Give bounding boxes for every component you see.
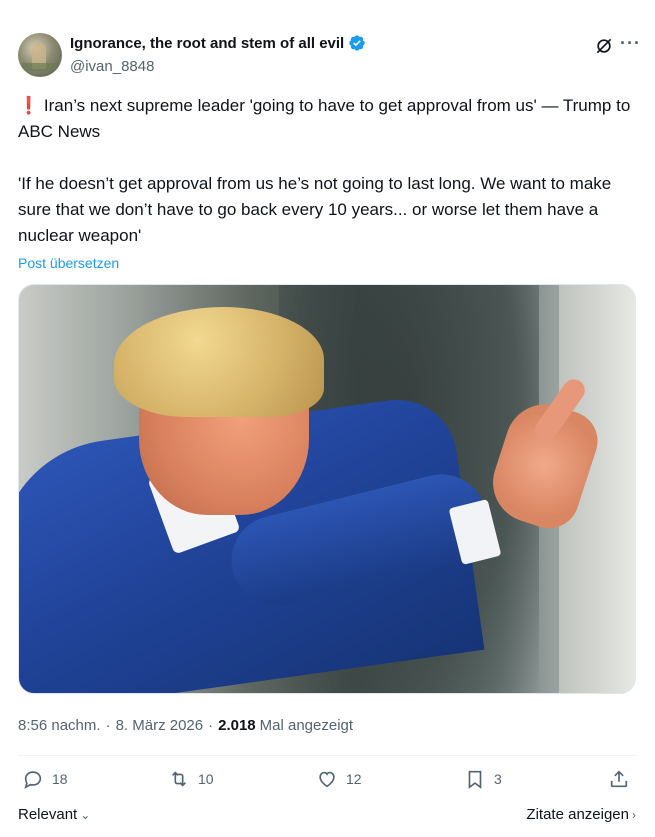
bookmark-count: 3 [494, 771, 502, 787]
avatar-detail [22, 63, 58, 71]
bookmark-icon [468, 770, 482, 789]
tweet-photo[interactable] [18, 284, 636, 694]
chevron-down-icon: ⌄ [80, 807, 91, 822]
tweet-line-1: Iran’s next supreme leader 'going to hav… [18, 96, 631, 141]
tweet-header: Ignorance, the root and stem of all evil… [18, 30, 640, 80]
tweet-meta: 8:56 nachm. · 8. März 2026 · 2.018 Mal a… [18, 717, 353, 734]
grok-icon[interactable] [594, 36, 614, 56]
retweet-button[interactable]: 10 [168, 768, 214, 790]
tweet-time[interactable]: 8:56 nachm. [18, 717, 101, 734]
reply-count: 18 [52, 771, 68, 787]
tweet-paragraph-1: ❗ Iran’s next supreme leader 'going to h… [18, 93, 638, 145]
chevron-right-icon: › [632, 807, 636, 822]
share-button[interactable] [608, 768, 638, 790]
heart-icon [319, 771, 335, 788]
meta-separator: · [208, 717, 214, 734]
verified-badge-icon[interactable] [348, 34, 366, 52]
tweet-paragraph-2: 'If he doesn’t get approval from us he’s… [18, 174, 612, 245]
retweet-count: 10 [198, 771, 214, 787]
like-count: 12 [346, 771, 362, 787]
bookmark-button[interactable]: 3 [464, 768, 502, 790]
author-display-name[interactable]: Ignorance, the root and stem of all evil [70, 35, 344, 52]
sort-label: Relevant [18, 806, 78, 823]
tweet-footer: Relevant ⌄ Zitate anzeigen › [18, 806, 636, 826]
reply-icon [24, 771, 42, 789]
tweet-date[interactable]: 8. März 2026 [116, 717, 204, 734]
author-handle[interactable]: @ivan_8848 [70, 58, 154, 75]
more-options-icon[interactable]: ··· [620, 34, 640, 56]
quotes-label: Zitate anzeigen [526, 806, 629, 823]
author-name-row: Ignorance, the root and stem of all evil [70, 34, 366, 52]
views-count[interactable]: 2.018 [218, 717, 256, 734]
tweet-body: ❗ Iran’s next supreme leader 'going to h… [18, 93, 638, 249]
divider [18, 755, 636, 756]
translate-post-link[interactable]: Post übersetzen [18, 255, 119, 271]
meta-separator: · [105, 717, 111, 734]
like-button[interactable]: 12 [316, 768, 362, 790]
view-quotes-link[interactable]: Zitate anzeigen › [526, 806, 636, 823]
reply-button[interactable]: 18 [22, 768, 68, 790]
views-label: Mal angezeigt [259, 717, 354, 734]
sort-replies-dropdown[interactable]: Relevant ⌄ [18, 806, 90, 823]
retweet-icon [171, 771, 187, 787]
exclamation-emoji-icon: ❗ [18, 96, 40, 115]
share-icon [610, 770, 628, 788]
action-bar: 18 10 12 3 [18, 768, 636, 796]
photo-hair [114, 307, 324, 417]
author-avatar[interactable] [18, 33, 62, 77]
